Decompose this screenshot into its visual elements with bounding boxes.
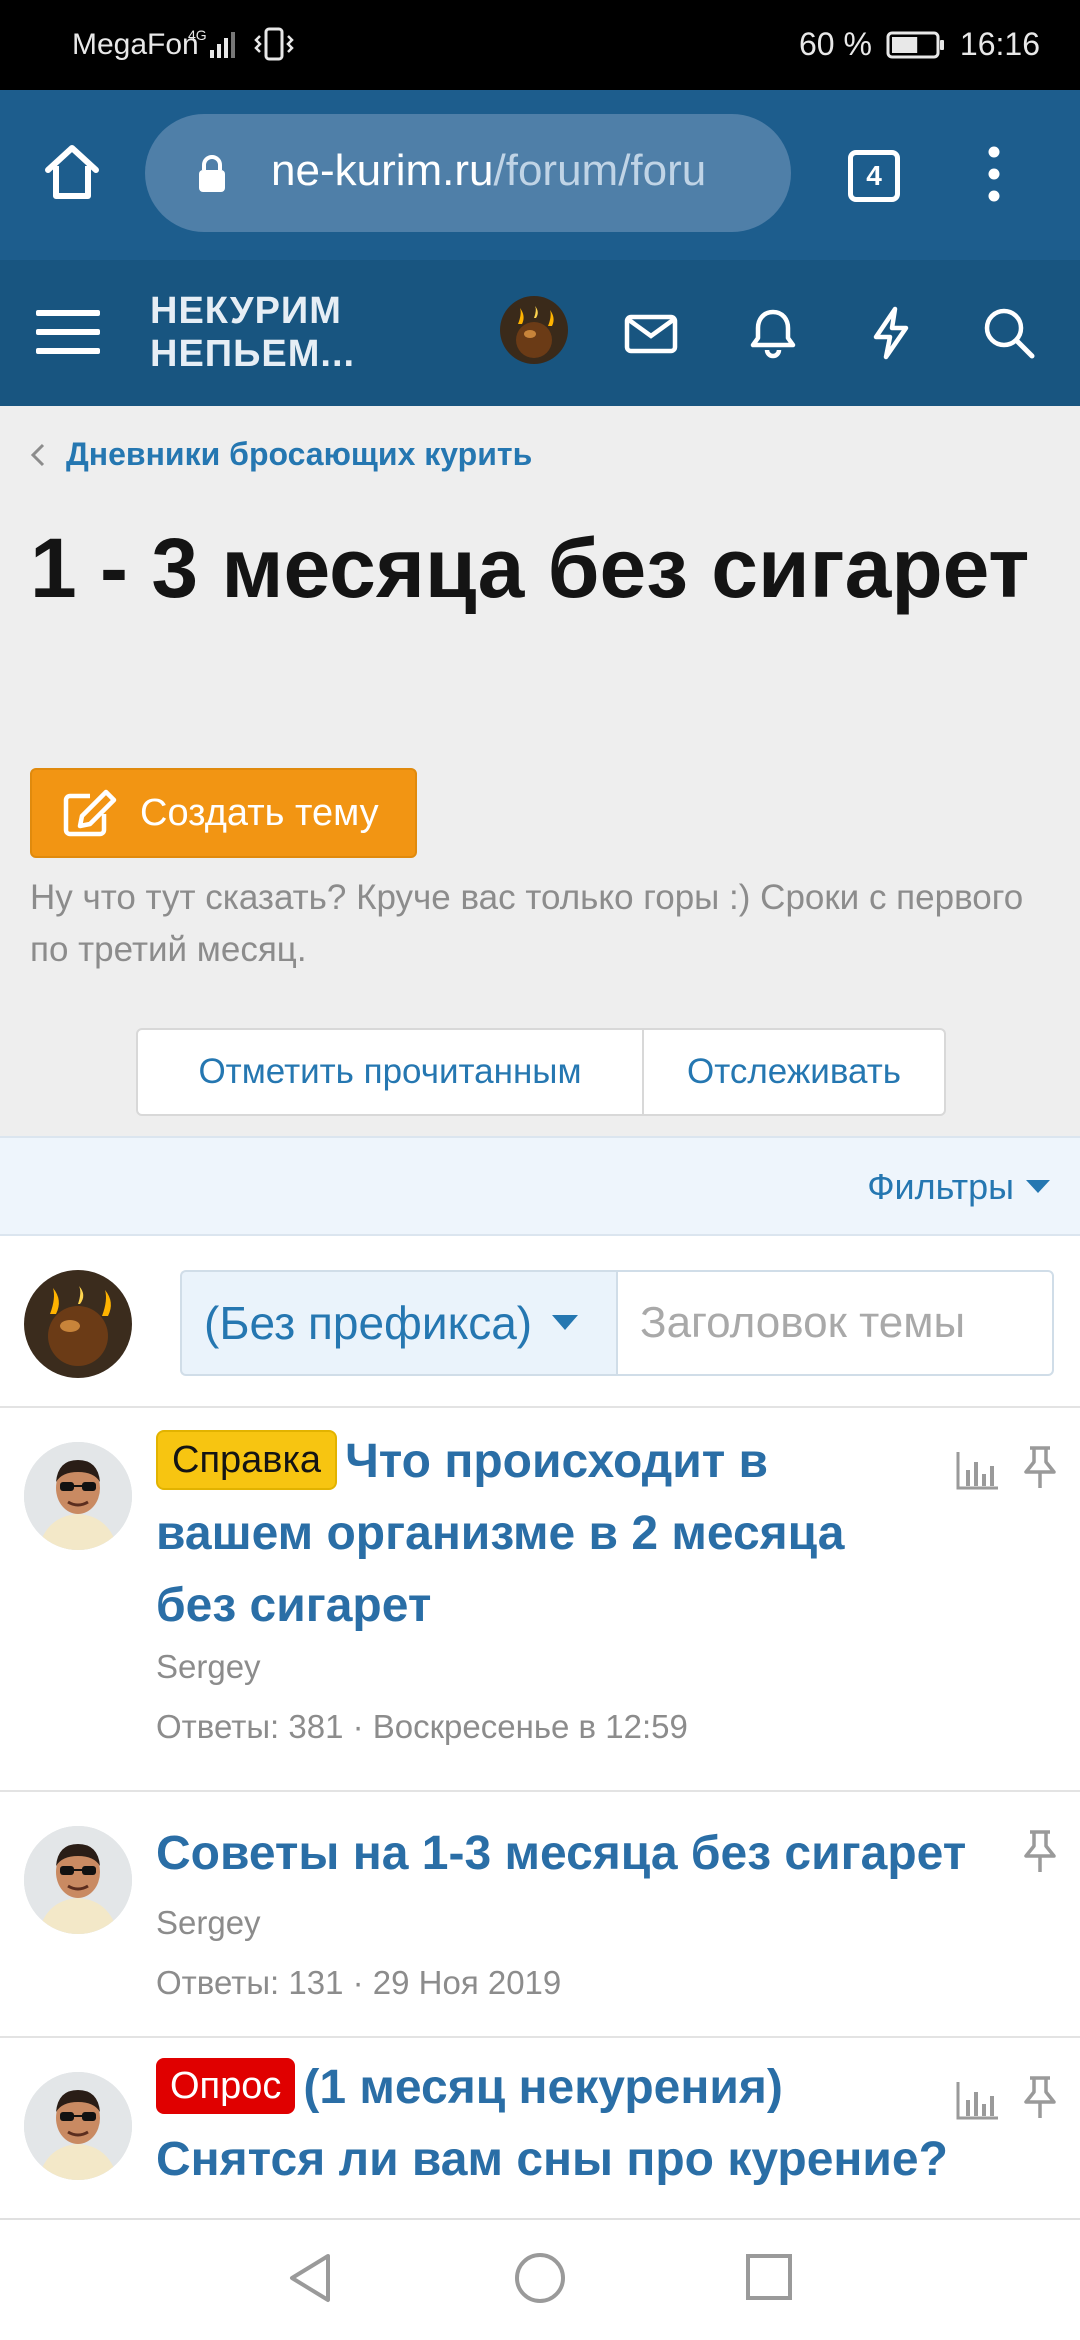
- thread-title[interactable]: Справка Что происходит в вашем организме …: [156, 1426, 936, 1642]
- logo-line-2: НЕПЬЕМ...: [150, 333, 356, 375]
- address-bar[interactable]: ne-kurim.ru/forum/foru: [145, 114, 791, 232]
- quick-thread-row: (Без префикса): [0, 1236, 1080, 1408]
- poll-chart-icon: [956, 2080, 1000, 2120]
- signal-icon: 4G: [188, 26, 242, 62]
- thread-title-input[interactable]: [618, 1272, 1052, 1374]
- home-icon: [45, 145, 99, 199]
- breadcrumb-link[interactable]: Дневники бросающих курить: [66, 436, 532, 473]
- thread-title[interactable]: Опрос (1 месяц некурения) Снятся ли вам с…: [156, 2052, 956, 2196]
- thread-meta: Ответы: 131 · 29 Ноя 2019: [156, 1964, 562, 2001]
- logo-line-1: НЕКУРИМ: [150, 290, 342, 332]
- menu-icon[interactable]: [36, 306, 100, 358]
- pin-icon: [1020, 1828, 1060, 1874]
- battery-percent: 60 %: [798, 26, 872, 62]
- more-vert-icon: [988, 146, 1000, 202]
- avatar[interactable]: [24, 2072, 132, 2180]
- prefix-selected: (Без префикса): [204, 1297, 533, 1349]
- tab-switcher-button[interactable]: 4: [848, 150, 900, 202]
- mark-read-button[interactable]: Отметить прочитанным: [138, 1030, 644, 1114]
- home-button[interactable]: [40, 140, 104, 204]
- prefix-select[interactable]: (Без префикса): [180, 1270, 616, 1376]
- browser-menu-button[interactable]: [982, 144, 1006, 204]
- watch-button[interactable]: Отслеживать: [644, 1030, 944, 1114]
- thread-meta: Ответы: 381 · Воскресенье в 12:59: [156, 1708, 688, 1745]
- list-item[interactable]: Советы на 1-3 месяца без сигарет Sergey …: [0, 1792, 1080, 2038]
- vibrate-icon: [252, 26, 296, 62]
- lightning-icon[interactable]: [862, 304, 920, 362]
- carrier-name: MegaFon: [72, 28, 199, 61]
- pin-icon: [1020, 2074, 1060, 2120]
- status-bar: MegaFon 4G 60 % 16:16: [0, 0, 1080, 90]
- caret-down-icon: [552, 1315, 579, 1330]
- back-icon[interactable]: [284, 2250, 336, 2306]
- site-header: НЕКУРИМ НЕПЬЕМ...: [0, 260, 1080, 406]
- list-item[interactable]: Опрос (1 месяц некурения) Снятся ли вам с…: [0, 2038, 1080, 2218]
- thread-title-field[interactable]: [616, 1270, 1054, 1376]
- create-thread-label: Создать тему: [140, 791, 379, 834]
- envelope-icon[interactable]: [622, 304, 680, 362]
- forum-header: Дневники бросающих курить 1 - 3 месяца б…: [0, 406, 1080, 1136]
- lock-icon: [197, 154, 227, 194]
- user-avatar[interactable]: [500, 296, 568, 364]
- poll-chart-icon: [956, 1450, 1000, 1490]
- thread-title[interactable]: Советы на 1-3 месяца без сигарет: [156, 1818, 1016, 1890]
- url-domain: ne-kurim.ru: [271, 146, 494, 195]
- create-thread-button[interactable]: Создать тему: [30, 768, 417, 858]
- filters-button[interactable]: Фильтры: [867, 1166, 1050, 1208]
- avatar[interactable]: [24, 1442, 132, 1550]
- forum-actions: Отметить прочитанным Отслеживать: [136, 1028, 946, 1116]
- thread-author[interactable]: Sergey: [156, 1904, 261, 1942]
- avatar: [24, 1270, 132, 1378]
- forum-description: Ну что тут сказать? Круче вас только гор…: [30, 878, 1024, 969]
- avatar[interactable]: [24, 1826, 132, 1934]
- filter-bar: Фильтры: [0, 1136, 1080, 1236]
- home-circle-icon[interactable]: [512, 2250, 568, 2306]
- browser-toolbar: ne-kurim.ru/forum/foru 4: [0, 90, 1080, 260]
- chevron-left-icon: [30, 443, 45, 466]
- recents-icon[interactable]: [744, 2250, 794, 2306]
- status-right: 60 % 16:16: [799, 26, 1040, 63]
- url-text: ne-kurim.ru/forum/foru: [271, 146, 771, 196]
- battery-icon: [886, 30, 946, 60]
- breadcrumb[interactable]: Дневники бросающих курить: [30, 436, 532, 473]
- thread-prefix-label: Опрос: [156, 2058, 296, 2115]
- thread-prefix-label: Справка: [156, 1430, 338, 1491]
- caret-down-icon: [1026, 1180, 1050, 1193]
- network-type: 4G: [188, 27, 207, 43]
- thread-author[interactable]: Sergey: [156, 1648, 261, 1686]
- pin-icon: [1020, 1444, 1060, 1490]
- filters-label: Фильтры: [867, 1166, 1014, 1207]
- system-nav-bar: [0, 2218, 1080, 2340]
- page-title: 1 - 3 месяца без сигарет: [30, 521, 1030, 615]
- list-item[interactable]: Справка Что происходит в вашем организме …: [0, 1408, 1080, 1792]
- bell-icon[interactable]: [744, 304, 802, 362]
- search-icon[interactable]: [980, 304, 1038, 362]
- edit-icon: [63, 789, 117, 837]
- clock: 16:16: [959, 26, 1040, 62]
- url-path: /forum/foru: [493, 146, 707, 195]
- site-logo[interactable]: НЕКУРИМ НЕПЬЕМ...: [150, 290, 355, 376]
